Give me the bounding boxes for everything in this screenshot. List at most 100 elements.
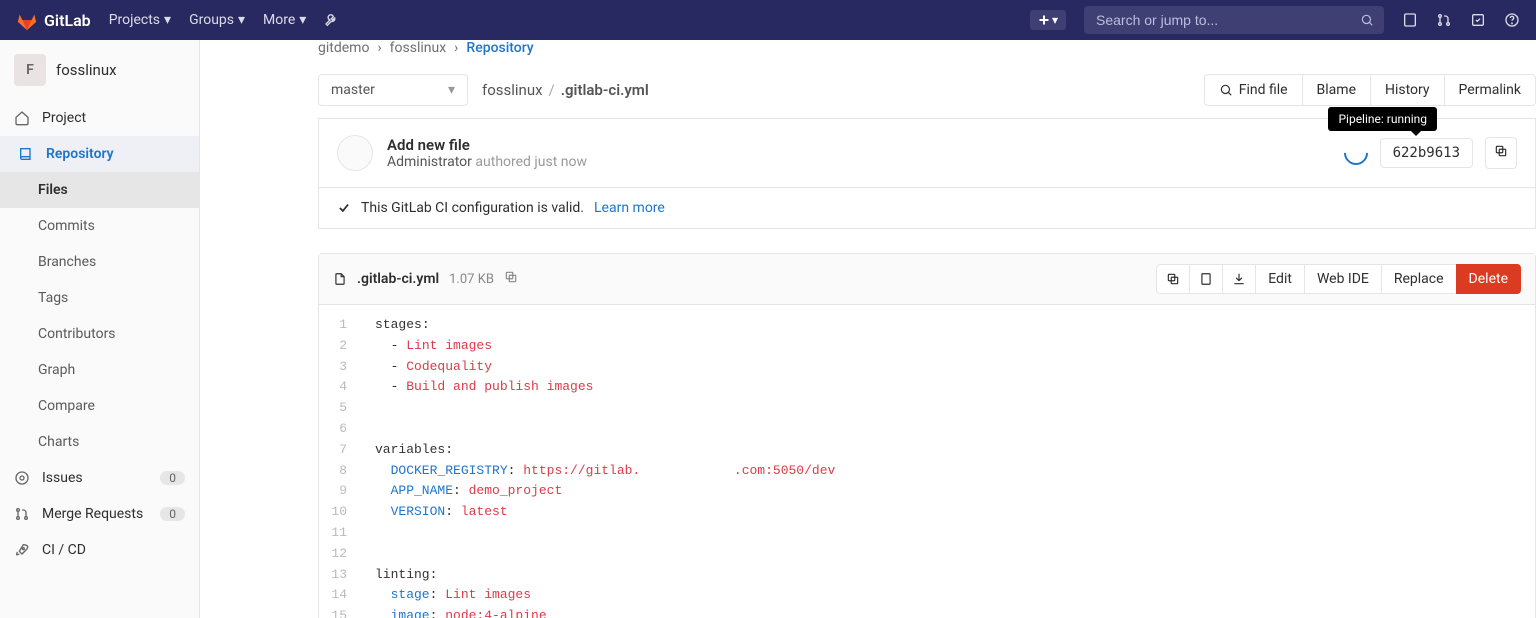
chevron-right-icon: › xyxy=(454,40,458,56)
check-icon xyxy=(337,201,351,215)
document-icon xyxy=(333,272,347,286)
topnav-groups[interactable]: Groups ▾ xyxy=(189,12,245,28)
file-name: .gitlab-ci.yml xyxy=(357,271,439,287)
search-icon xyxy=(1360,13,1374,27)
breadcrumb-project[interactable]: fosslinux xyxy=(390,40,447,56)
topnav-more[interactable]: More ▾ xyxy=(263,12,306,28)
search-icon xyxy=(1219,83,1233,97)
sidebar-item-issues[interactable]: Issues 0 xyxy=(0,460,199,496)
permalink-button[interactable]: Permalink xyxy=(1444,74,1536,106)
commit-sha[interactable]: 622b9613 xyxy=(1380,138,1473,168)
author-avatar xyxy=(337,135,373,171)
sidebar-sub-contributors[interactable]: Contributors xyxy=(0,316,199,352)
copy-icon xyxy=(504,270,518,284)
help-icon[interactable] xyxy=(1504,12,1520,28)
file-header: .gitlab-ci.yml 1.07 KB Edit Web IDE Repl… xyxy=(319,254,1535,305)
book-icon xyxy=(18,146,34,162)
chevron-down-icon: ▾ xyxy=(238,12,245,28)
file-header-actions: Edit Web IDE Replace Delete xyxy=(1156,264,1521,294)
validity-learn-more[interactable]: Learn more xyxy=(594,200,665,216)
file-actions: Find file Blame History Permalink xyxy=(1204,74,1536,106)
ci-validity-banner: This GitLab CI configuration is valid. L… xyxy=(318,188,1536,229)
breadcrumbs: gitdemo › fosslinux › Repository xyxy=(318,40,1536,74)
topbar: GitLab Projects ▾ Groups ▾ More ▾ ▾ xyxy=(0,0,1536,40)
topbar-nav: Projects ▾ Groups ▾ More ▾ xyxy=(109,12,341,28)
raw-button[interactable] xyxy=(1189,264,1223,294)
branch-value: master xyxy=(331,82,375,98)
chevron-down-icon: ▾ xyxy=(299,12,306,28)
issues-count: 0 xyxy=(160,471,185,485)
brand-label: GitLab xyxy=(44,11,91,30)
commit-time: authored just now xyxy=(475,154,587,170)
sidebar-sub-compare[interactable]: Compare xyxy=(0,388,199,424)
file-panel: .gitlab-ci.yml 1.07 KB Edit Web IDE Repl… xyxy=(318,253,1536,618)
path-file: .gitlab-ci.yml xyxy=(561,81,649,99)
sidebar-sub-files[interactable]: Files xyxy=(0,172,199,208)
document-icon xyxy=(1199,272,1213,286)
commit-title: Add new file xyxy=(387,136,587,154)
validity-text: This GitLab CI configuration is valid. xyxy=(361,200,584,216)
sidebar-item-project[interactable]: Project xyxy=(0,100,199,136)
webide-button[interactable]: Web IDE xyxy=(1304,264,1382,294)
breadcrumb-section[interactable]: Repository xyxy=(466,40,533,56)
chevron-down-icon: ▾ xyxy=(1052,13,1058,27)
topnav-projects[interactable]: Projects ▾ xyxy=(109,12,171,28)
todos-icon[interactable] xyxy=(1470,12,1486,28)
path-bar: fosslinux / .gitlab-ci.yml xyxy=(482,81,649,99)
project-avatar: F xyxy=(14,54,46,86)
breadcrumb-gitdemo[interactable]: gitdemo xyxy=(318,40,369,56)
code-source[interactable]: stages: - Lint images - Codequality - Bu… xyxy=(363,305,1535,618)
edit-button[interactable]: Edit xyxy=(1255,264,1305,294)
wrench-icon[interactable] xyxy=(324,12,340,28)
gitlab-logo-icon xyxy=(16,9,38,31)
main: gitdemo › fosslinux › Repository master … xyxy=(200,40,1536,618)
download-icon xyxy=(1232,272,1246,286)
chevron-right-icon: › xyxy=(377,40,381,56)
global-search[interactable] xyxy=(1084,6,1384,34)
copy-path-button[interactable] xyxy=(504,270,518,288)
commit-author[interactable]: Administrator xyxy=(387,154,472,170)
commit-meta: Add new file Administrator authored just… xyxy=(387,136,587,170)
copy-sha-button[interactable] xyxy=(1485,137,1517,169)
search-input[interactable] xyxy=(1094,11,1360,29)
commit-box: Add new file Administrator authored just… xyxy=(318,119,1536,188)
history-button[interactable]: History xyxy=(1370,74,1445,106)
sidebar-sub-tags[interactable]: Tags xyxy=(0,280,199,316)
download-button[interactable] xyxy=(1222,264,1256,294)
copy-contents-button[interactable] xyxy=(1156,264,1190,294)
project-name: fosslinux xyxy=(56,61,117,79)
brand[interactable]: GitLab xyxy=(16,9,91,31)
copy-icon xyxy=(1494,144,1508,158)
sidebar-item-cicd[interactable]: CI / CD xyxy=(0,532,199,568)
mr-count: 0 xyxy=(160,507,185,521)
sidebar: F fosslinux Project Repository Files Com… xyxy=(0,40,200,618)
branch-selector[interactable]: master ▾ xyxy=(318,74,468,106)
rocket-icon xyxy=(14,542,30,558)
sidebar-item-repository[interactable]: Repository xyxy=(0,136,199,172)
chevron-down-icon: ▾ xyxy=(164,12,171,28)
issues-icon[interactable] xyxy=(1402,12,1418,28)
pipeline-tooltip: Pipeline: running xyxy=(1328,107,1437,131)
chevron-down-icon: ▾ xyxy=(448,82,455,98)
code-view: 123456789101112131415 stages: - Lint ima… xyxy=(319,305,1535,618)
merge-request-icon[interactable] xyxy=(1436,12,1452,28)
delete-button[interactable]: Delete xyxy=(1456,264,1521,294)
home-icon xyxy=(14,110,30,126)
sidebar-sub-branches[interactable]: Branches xyxy=(0,244,199,280)
file-size: 1.07 KB xyxy=(449,272,494,287)
issues-icon xyxy=(14,470,30,486)
path-root[interactable]: fosslinux xyxy=(482,81,543,99)
sidebar-sub-commits[interactable]: Commits xyxy=(0,208,199,244)
find-file-button[interactable]: Find file xyxy=(1204,74,1303,106)
replace-button[interactable]: Replace xyxy=(1381,264,1457,294)
sidebar-sub-charts[interactable]: Charts xyxy=(0,424,199,460)
blame-button[interactable]: Blame xyxy=(1302,74,1371,106)
sidebar-sub-graph[interactable]: Graph xyxy=(0,352,199,388)
topbar-right xyxy=(1402,12,1520,28)
merge-icon xyxy=(14,506,30,522)
plus-icon xyxy=(1038,14,1050,26)
plus-dropdown[interactable]: ▾ xyxy=(1030,10,1066,30)
sidebar-project-header[interactable]: F fosslinux xyxy=(0,40,199,100)
sidebar-item-merge-requests[interactable]: Merge Requests 0 xyxy=(0,496,199,532)
pipeline-status-running-icon[interactable] xyxy=(1339,136,1373,170)
